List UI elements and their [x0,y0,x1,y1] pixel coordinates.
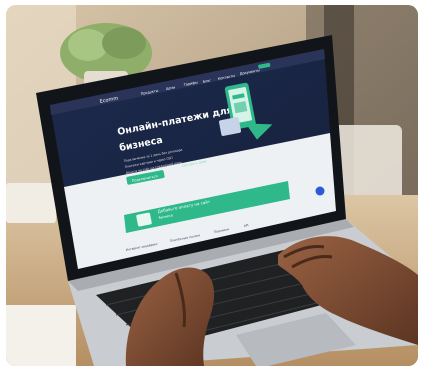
chat-icon[interactable] [315,186,325,196]
paper-sheet [6,305,76,366]
notepad [6,183,56,223]
laptop-photo: Ecomm Продукты Цены Тарифы Блог Контакты… [6,5,418,366]
photo-scene: Ecomm Продукты Цены Тарифы Блог Контакты… [6,5,418,366]
